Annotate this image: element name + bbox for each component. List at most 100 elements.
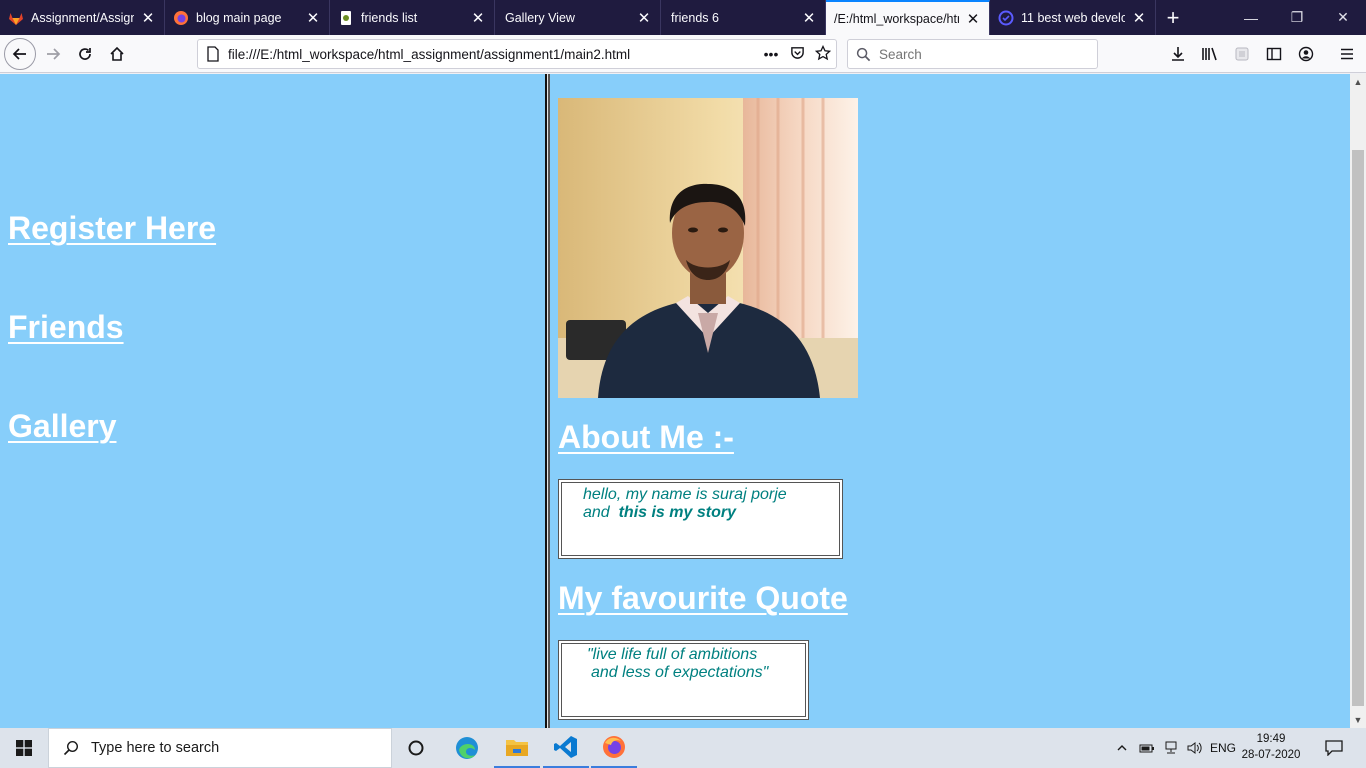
close-tab-icon[interactable]: ✕: [470, 9, 486, 27]
close-tab-icon[interactable]: ✕: [801, 9, 817, 27]
notification-center-button[interactable]: [1320, 728, 1348, 768]
left-navigation-frame: Register Here Friends Gallery: [0, 74, 545, 728]
favourite-quote-heading: My favourite Quote: [558, 580, 848, 616]
restore-button[interactable]: ❐: [1274, 0, 1320, 35]
tab-bar: Assignment/Assignm ✕ blog main page ✕ fr…: [0, 0, 1366, 35]
navigation-toolbar: file:///E:/html_workspace/html_assignmen…: [0, 35, 1366, 73]
gitlab-icon: [9, 12, 23, 25]
new-tab-button[interactable]: +: [1156, 0, 1190, 35]
firefox-icon: [174, 10, 188, 25]
search-icon: [63, 740, 79, 756]
tab-assignment[interactable]: Assignment/Assignm ✕: [0, 0, 165, 35]
register-here-link[interactable]: Register Here: [8, 210, 216, 247]
search-icon: [856, 47, 871, 61]
battery-tray-icon[interactable]: [1136, 728, 1158, 768]
story-emphasis: this is my story: [618, 504, 736, 521]
firefox-icon: [603, 736, 625, 758]
tab-friends-6[interactable]: friends 6 ✕: [661, 0, 826, 35]
tab-web-develop[interactable]: 11 best web develop ✕: [990, 0, 1156, 35]
downloads-button[interactable]: [1162, 38, 1194, 70]
scrollbar-thumb[interactable]: [1352, 150, 1364, 706]
about-me-box: hello, my name is suraj porje and this i…: [558, 479, 843, 559]
file-explorer-app[interactable]: [494, 728, 540, 768]
window-close-button[interactable]: ✕: [1320, 0, 1366, 35]
edge-icon: [456, 737, 478, 759]
search-input[interactable]: [879, 46, 1079, 62]
minimize-button[interactable]: —: [1228, 0, 1274, 35]
start-button[interactable]: [0, 728, 48, 768]
address-bar[interactable]: file:///E:/html_workspace/html_assignmen…: [197, 39, 837, 69]
volume-tray-icon[interactable]: [1184, 728, 1206, 768]
refresh-circle-icon: [998, 10, 1014, 25]
tab-friends-list[interactable]: friends list ✕: [330, 0, 495, 35]
menu-button[interactable]: [1331, 38, 1363, 70]
back-button[interactable]: [4, 38, 36, 70]
vertical-scrollbar[interactable]: ▲ ▼: [1350, 74, 1366, 728]
tab-main2-active[interactable]: /E:/html_workspace/htm ✕: [826, 0, 990, 35]
tab-blog-main[interactable]: blog main page ✕: [165, 0, 330, 35]
network-tray-icon[interactable]: [1160, 728, 1182, 768]
windows-taskbar: Type here to search ENG 19:49 28-07-2020: [0, 728, 1366, 768]
windows-logo-icon: [16, 740, 32, 756]
about-me-text: hello, my name is suraj porje and this i…: [561, 482, 840, 556]
vscode-icon: [554, 736, 577, 758]
page-content: Register Here Friends Gallery About Me:…: [0, 74, 1350, 728]
close-tab-icon[interactable]: ✕: [1131, 9, 1147, 27]
speaker-icon: [1187, 742, 1202, 754]
language-indicator[interactable]: ENG: [1208, 728, 1238, 768]
scroll-down-arrow-icon[interactable]: ▼: [1350, 712, 1366, 728]
account-icon: [1298, 46, 1314, 62]
sidebar-button[interactable]: [1258, 38, 1290, 70]
forward-button[interactable]: [37, 38, 69, 70]
pocket-icon[interactable]: [784, 45, 810, 63]
network-icon: [1165, 741, 1177, 754]
download-icon: [1172, 47, 1184, 61]
chevron-up-icon: [1117, 745, 1127, 751]
taskbar-search-placeholder: Type here to search: [91, 740, 220, 756]
home-icon: [110, 46, 124, 61]
close-tab-icon[interactable]: ✕: [965, 10, 981, 28]
show-hidden-icons-button[interactable]: [1112, 728, 1132, 768]
clock-time: 19:49: [1256, 733, 1286, 745]
library-button[interactable]: [1194, 38, 1226, 70]
close-tab-icon[interactable]: ✕: [140, 9, 156, 27]
page-icon: [207, 46, 219, 62]
file-icon: [341, 10, 351, 25]
library-icon: [1202, 47, 1217, 61]
search-box[interactable]: [847, 39, 1098, 69]
edge-app[interactable]: [444, 728, 490, 768]
quote-text: "live life full of ambitions and less of…: [561, 643, 806, 717]
taskbar-search-box[interactable]: Type here to search: [48, 728, 392, 768]
url-text[interactable]: file:///E:/html_workspace/html_assignmen…: [228, 47, 758, 62]
extension-icon: [1235, 47, 1249, 61]
arrow-right-icon: [47, 48, 61, 60]
system-clock[interactable]: 19:49 28-07-2020: [1238, 731, 1304, 763]
home-button[interactable]: [101, 38, 133, 70]
bookmark-star-icon[interactable]: [810, 44, 836, 64]
task-view-button[interactable]: [393, 728, 439, 768]
battery-icon: [1139, 744, 1154, 753]
reload-button[interactable]: [69, 38, 101, 70]
task-view-icon: [408, 740, 424, 756]
extension-button[interactable]: [1226, 38, 1258, 70]
tab-gallery-view[interactable]: Gallery View ✕: [495, 0, 661, 35]
reload-icon: [79, 48, 91, 60]
notification-icon: [1325, 740, 1343, 756]
close-tab-icon[interactable]: ✕: [636, 9, 652, 27]
firefox-app[interactable]: [591, 728, 637, 768]
hamburger-menu-icon: [1341, 48, 1353, 60]
close-tab-icon[interactable]: ✕: [305, 9, 321, 27]
scroll-up-arrow-icon[interactable]: ▲: [1350, 74, 1366, 90]
friends-link[interactable]: Friends: [8, 309, 124, 346]
quote-box: "live life full of ambitions and less of…: [558, 640, 809, 720]
profile-photo: [558, 98, 858, 398]
folder-icon: [506, 740, 528, 756]
page-actions-icon[interactable]: •••: [758, 46, 784, 62]
gallery-link[interactable]: Gallery: [8, 408, 117, 445]
sidebar-icon: [1266, 47, 1282, 61]
account-button[interactable]: [1290, 38, 1322, 70]
vscode-app[interactable]: [543, 728, 589, 768]
arrow-left-icon: [12, 48, 26, 60]
about-me-heading: About Me :-: [558, 419, 734, 455]
right-content-frame: About Me :- hello, my name is suraj porj…: [550, 74, 1350, 728]
